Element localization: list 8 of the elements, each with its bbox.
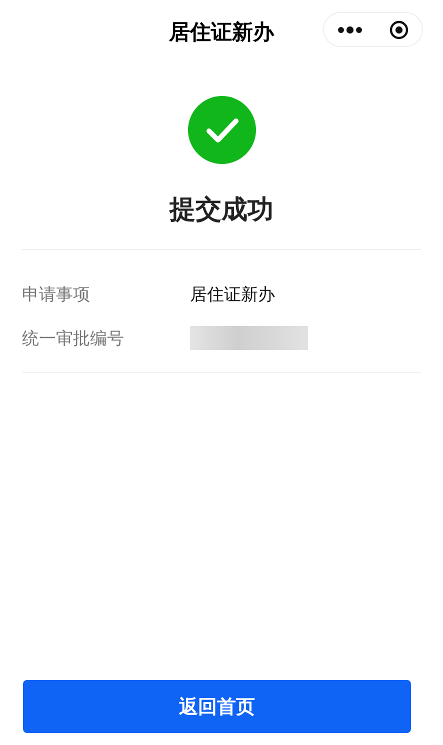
capsule-menu[interactable] <box>323 12 423 47</box>
result-title: 提交成功 <box>170 194 274 227</box>
field-label: 统一审批编号 <box>22 328 125 350</box>
more-icon[interactable] <box>337 26 363 34</box>
field-value: 居住证新办 <box>190 284 275 306</box>
home-button[interactable]: 返回首页 <box>23 680 411 733</box>
field-label: 申请事项 <box>22 284 91 306</box>
page-title: 居住证新办 <box>169 19 274 46</box>
